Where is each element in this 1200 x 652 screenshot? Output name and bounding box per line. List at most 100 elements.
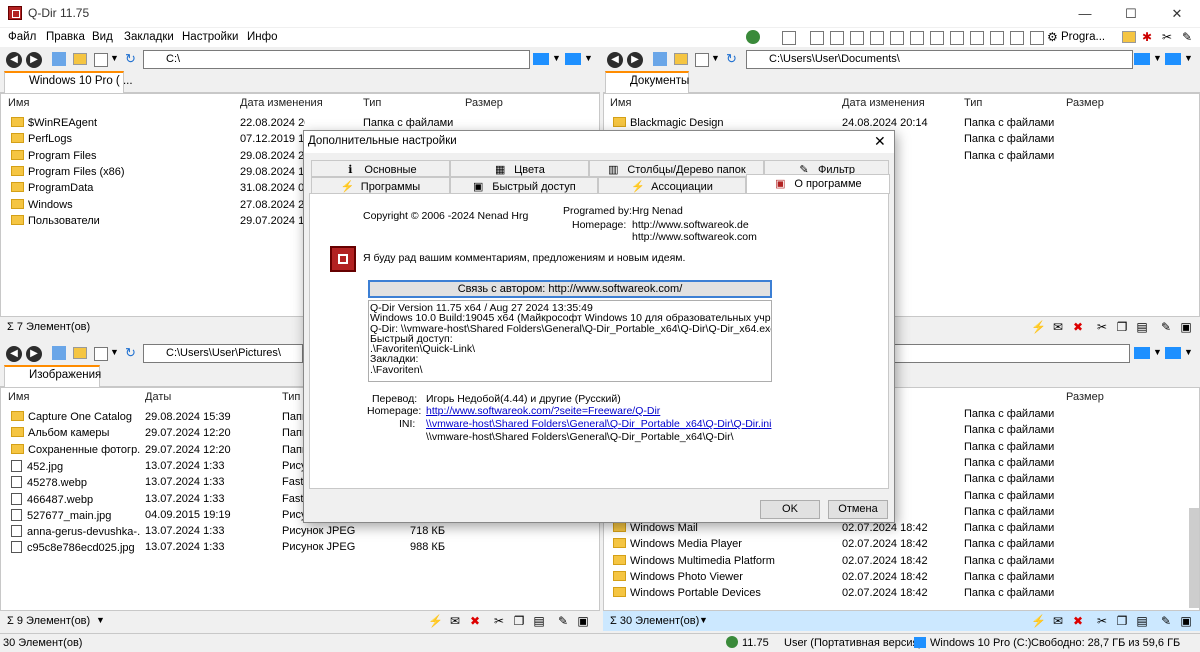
view-dropdown-icon[interactable]: ▼ [110, 53, 119, 63]
back-icon[interactable]: ◀ [6, 52, 22, 68]
new-folder-icon[interactable] [674, 53, 688, 65]
col-name[interactable]: Имя [8, 391, 29, 403]
new-folder-icon[interactable] [73, 347, 87, 359]
layout-3-icon[interactable] [810, 31, 824, 45]
ok-button[interactable]: OK [760, 500, 820, 519]
lightning-icon[interactable]: ⚡ [1031, 614, 1046, 628]
monitor-icon[interactable] [533, 53, 549, 65]
col-size[interactable]: Размер [465, 97, 503, 109]
delete-icon[interactable]: ✖ [1071, 614, 1085, 628]
col-type[interactable]: Тип [363, 97, 381, 109]
properties-icon[interactable]: ▣ [576, 614, 590, 628]
view-dropdown-icon[interactable]: ▼ [711, 53, 720, 63]
col-modified[interactable]: Дата изменения [240, 97, 323, 109]
layout-e-icon[interactable] [950, 31, 964, 45]
mail-icon[interactable]: ✉ [1051, 614, 1065, 628]
folder-icon[interactable] [1122, 31, 1136, 43]
tab-colors[interactable]: ▦ Цвета [450, 160, 589, 177]
col-type[interactable]: Тип [282, 391, 300, 403]
mail-icon[interactable]: ✉ [448, 614, 462, 628]
programs-menu[interactable]: Progra... [1061, 31, 1105, 43]
tab-quick-access[interactable]: ▣ Быстрый доступ [450, 177, 598, 194]
address-input-bl[interactable]: C:\Users\User\Pictures\ [143, 344, 303, 363]
layout-d-icon[interactable] [930, 31, 944, 45]
pin-icon[interactable]: ✎ [1182, 30, 1192, 44]
monitor-icon[interactable] [1134, 347, 1150, 359]
dropdown-icon[interactable]: ▼ [584, 53, 593, 63]
delete-icon[interactable]: ✖ [468, 614, 482, 628]
view-icon[interactable] [94, 53, 108, 67]
dropdown-icon[interactable]: ▼ [1153, 347, 1162, 357]
new-folder-icon[interactable] [73, 53, 87, 65]
table-row[interactable]: Windows Media Player 02.07.2024 18:42 Папк… [604, 537, 1189, 553]
copy-icon[interactable]: ❐ [1115, 614, 1129, 628]
rename-icon[interactable]: ✎ [1159, 614, 1173, 628]
monitor-icon[interactable] [1165, 53, 1181, 65]
menu-bookmarks[interactable]: Закладки [124, 31, 174, 43]
rename-icon[interactable]: ✎ [556, 614, 570, 628]
layout-4-icon[interactable] [782, 31, 796, 45]
dropdown-icon[interactable]: ▼ [1153, 53, 1162, 63]
lightning-icon[interactable]: ⚡ [1031, 320, 1046, 334]
menu-file[interactable]: Файл [8, 31, 36, 43]
up-icon[interactable] [653, 52, 667, 66]
tab-documents[interactable]: Документы [605, 71, 689, 93]
layout-2h-icon[interactable] [830, 31, 844, 45]
col-size[interactable]: Размер [1066, 391, 1104, 403]
col-size[interactable]: Размер [1066, 97, 1104, 109]
refresh-icon[interactable]: ↻ [726, 51, 737, 67]
back-icon[interactable]: ◀ [6, 346, 22, 362]
paste-icon[interactable]: ▤ [1135, 320, 1149, 334]
mail-icon[interactable]: ✉ [1051, 320, 1065, 334]
paste-icon[interactable]: ▤ [1135, 614, 1149, 628]
col-type[interactable]: Тип [964, 97, 982, 109]
scrollbar-thumb[interactable] [1189, 508, 1199, 608]
table-row[interactable]: anna-gerus-devushka-... 13.07.2024 1:33 Ри… [1, 524, 599, 540]
layout-h-icon[interactable] [1010, 31, 1024, 45]
refresh-icon[interactable]: ↻ [125, 345, 136, 361]
dialog-close-icon[interactable]: ✕ [874, 133, 886, 150]
properties-icon[interactable]: ▣ [1179, 320, 1193, 334]
globe-icon[interactable] [726, 636, 738, 648]
table-row[interactable]: Windows Mail 02.07.2024 18:42 Папка с файл… [604, 521, 1189, 537]
lightning-icon[interactable]: ⚡ [428, 614, 443, 628]
menu-edit[interactable]: Правка [46, 31, 85, 43]
monitor-icon[interactable] [565, 53, 581, 65]
dropdown-icon[interactable]: ▼ [552, 53, 561, 63]
col-date[interactable]: Даты [145, 391, 171, 403]
tab-programs[interactable]: ⚡ Программы [311, 177, 450, 194]
contact-author-button[interactable]: Связь с автором: http://www.softwareok.c… [368, 280, 772, 298]
copy-icon[interactable]: ❐ [512, 614, 526, 628]
layout-i-icon[interactable] [1030, 31, 1044, 45]
homepage-link[interactable]: http://www.softwareok.com/?seite=Freewar… [426, 405, 660, 417]
cut-icon[interactable]: ✂ [492, 614, 506, 628]
layout-g-icon[interactable] [990, 31, 1004, 45]
tab-general[interactable]: ℹ Основные [311, 160, 450, 177]
view-icon[interactable] [695, 53, 709, 67]
cut-icon[interactable]: ✂ [1095, 614, 1109, 628]
properties-icon[interactable]: ▣ [1179, 614, 1193, 628]
forward-icon[interactable]: ▶ [627, 52, 643, 68]
rename-icon[interactable]: ✎ [1159, 320, 1173, 334]
monitor-icon[interactable] [1134, 53, 1150, 65]
up-icon[interactable] [52, 52, 66, 66]
col-name[interactable]: Имя [610, 97, 631, 109]
monitor-icon[interactable] [1165, 347, 1181, 359]
paste-icon[interactable]: ▤ [532, 614, 546, 628]
address-input-tl[interactable]: C:\ [143, 50, 530, 69]
tab-about[interactable]: ▣ О программе [746, 174, 890, 194]
status-dropdown-icon[interactable]: ▼ [699, 615, 708, 625]
wrench-icon[interactable]: ⚙ [1047, 30, 1058, 44]
tab-associations[interactable]: ⚡ Ассоциации [598, 177, 746, 194]
tab-columns[interactable]: ▥ Столбцы/Дерево папок [589, 160, 764, 177]
forward-icon[interactable]: ▶ [26, 52, 42, 68]
ini-link[interactable]: \\vmware-host\Shared Folders\General\Q-D… [426, 418, 771, 430]
version-info-box[interactable]: Q-Dir Version 11.75 x64 / Aug 27 2024 13… [368, 300, 772, 382]
cut-icon[interactable]: ✂ [1095, 320, 1109, 334]
back-icon[interactable]: ◀ [607, 52, 623, 68]
star-icon[interactable]: ✱ [1142, 30, 1152, 44]
maximize-button[interactable]: ☐ [1108, 0, 1154, 27]
layout-c-icon[interactable] [910, 31, 924, 45]
tab-drive-c[interactable]: Windows 10 Pro ( ... [4, 71, 133, 93]
layout-a-icon[interactable] [870, 31, 884, 45]
